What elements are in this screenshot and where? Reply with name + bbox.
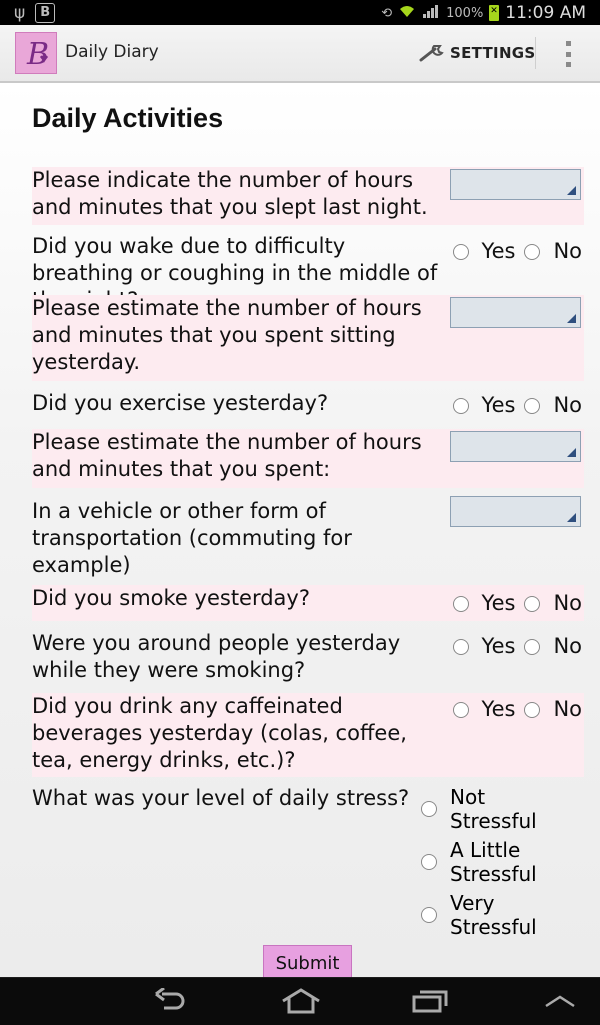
form-content[interactable]: Daily Activities Please indicate the num… (0, 83, 600, 977)
question-text: Did you smoke yesterday? (32, 586, 311, 610)
usb-icon: ψ (14, 3, 26, 23)
action-bar-divider (535, 37, 536, 69)
question-row-caffeine: Did you drink any caffeinated beverages … (32, 693, 584, 777)
no-label: No (553, 634, 582, 658)
clock: 11:09 AM (505, 3, 586, 23)
navigation-bar (0, 977, 600, 1025)
stress-option-label: Stressful (450, 862, 537, 886)
status-bar: ψ B ⟲ 100% 11:09 AM (0, 0, 600, 25)
question-text: Please indicate the number of hours and … (32, 168, 428, 219)
signal-icon (422, 4, 440, 22)
home-icon[interactable] (280, 988, 322, 1014)
stress-option-label: Not (450, 785, 486, 809)
overflow-menu-icon[interactable] (562, 41, 574, 67)
radio-yes[interactable] (452, 595, 469, 612)
radio-no[interactable] (524, 243, 541, 260)
battery-percent: 100% (446, 5, 484, 21)
radio-very-stressful[interactable] (421, 907, 437, 923)
radio-yes[interactable] (452, 397, 469, 414)
radio-no[interactable] (524, 595, 541, 612)
yes-label: Yes (481, 697, 516, 721)
question-row-exercise: Did you exercise yesterday? Yes No (32, 390, 584, 420)
battery-charging-icon (489, 5, 500, 21)
radio-yes[interactable] (452, 701, 469, 718)
stress-option-label: Stressful (450, 915, 537, 939)
wrench-icon (419, 45, 444, 62)
app-logo-letter: B (26, 37, 49, 71)
page-title: Daily Activities (32, 103, 224, 133)
radio-yes[interactable] (452, 638, 469, 655)
question-text: In a vehicle or other form of transporta… (32, 499, 352, 577)
sync-icon: ⟲ (381, 5, 393, 21)
question-row-secondhand-smoke: Were you around people yesterday while t… (32, 630, 584, 686)
yes-label: Yes (481, 591, 516, 615)
app-title: Daily Diary (65, 42, 159, 62)
radio-no[interactable] (524, 638, 541, 655)
no-label: No (553, 239, 582, 263)
question-text: What was your level of daily stress? (32, 786, 410, 810)
stress-option-label: Stressful (450, 809, 537, 833)
yes-label: Yes (481, 393, 516, 417)
question-row-sitting: Please estimate the number of hours and … (32, 295, 584, 381)
settings-label: SETTINGS (450, 44, 536, 62)
submit-button[interactable]: Submit (263, 945, 352, 977)
question-row-time-spent: Please estimate the number of hours and … (32, 429, 584, 488)
stress-option-little[interactable]: A Little Stressful (421, 838, 537, 886)
question-row-sleep: Please indicate the number of hours and … (32, 167, 584, 225)
sleep-hours-spinner[interactable] (450, 169, 581, 200)
radio-no[interactable] (524, 701, 541, 718)
sitting-hours-spinner[interactable] (450, 297, 581, 328)
stress-option-not[interactable]: Not Stressful (421, 785, 537, 833)
back-icon[interactable] (152, 988, 188, 1014)
question-row-smoke: Did you smoke yesterday? Yes No (32, 585, 584, 621)
question-text: Did you exercise yesterday? (32, 391, 329, 415)
app-b-icon: B (35, 3, 56, 23)
no-label: No (553, 697, 582, 721)
question-text: Did you drink any caffeinated beverages … (32, 694, 407, 772)
stress-option-very[interactable]: Very Stressful (421, 891, 537, 939)
radio-no[interactable] (524, 397, 541, 414)
radio-little-stressful[interactable] (421, 854, 437, 870)
yes-label: Yes (481, 634, 516, 658)
radio-yes[interactable] (452, 243, 469, 260)
time-spent-spinner[interactable] (450, 431, 581, 462)
radio-not-stressful[interactable] (421, 801, 437, 817)
vehicle-hours-spinner[interactable] (450, 496, 581, 527)
app-logo-icon[interactable]: B (15, 32, 57, 74)
action-bar: B Daily Diary SETTINGS (0, 25, 600, 83)
recent-apps-icon[interactable] (412, 988, 448, 1014)
yes-label: Yes (481, 239, 516, 263)
no-label: No (553, 591, 582, 615)
question-text: Please estimate the number of hours and … (32, 296, 422, 374)
wifi-icon (398, 4, 416, 22)
question-row-wake: Did you wake due to difficulty breathing… (32, 233, 584, 312)
stress-option-label: Very (450, 891, 495, 915)
settings-button[interactable]: SETTINGS (418, 39, 536, 67)
no-label: No (553, 393, 582, 417)
question-text: Please estimate the number of hours and … (32, 430, 422, 481)
chevron-up-icon[interactable] (544, 994, 576, 1008)
stress-option-label: A Little (450, 838, 521, 862)
question-text: Were you around people yesterday while t… (32, 631, 401, 682)
question-row-vehicle: In a vehicle or other form of transporta… (32, 496, 584, 582)
